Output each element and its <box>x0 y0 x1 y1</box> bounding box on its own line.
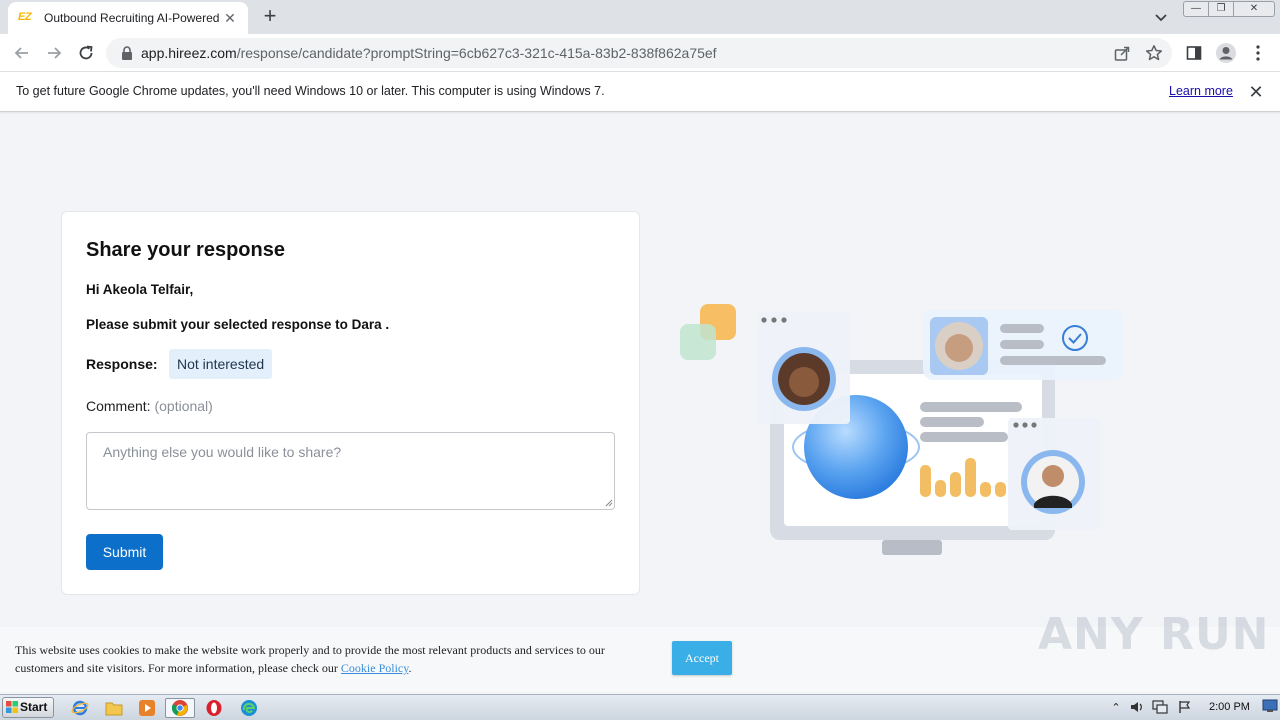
candidate-card-left <box>758 312 850 424</box>
comment-textarea[interactable] <box>86 432 615 510</box>
tab-search-icon[interactable] <box>1150 6 1172 28</box>
show-desktop-icon[interactable] <box>1262 698 1278 716</box>
taskbar-clock[interactable]: 2:00 PM <box>1209 701 1250 713</box>
address-bar[interactable]: app.hireez.com/response/candidate?prompt… <box>106 38 1172 68</box>
cookie-suffix: . <box>408 661 412 675</box>
reload-icon[interactable] <box>74 41 98 65</box>
network-icon[interactable] <box>1152 699 1168 715</box>
lock-icon[interactable] <box>120 45 134 61</box>
comment-label: Comment: (optional) <box>86 398 213 414</box>
response-label: Response: <box>86 356 158 372</box>
tab-strip: EZ Outbound Recruiting AI-Powered Platfo… <box>0 0 1280 34</box>
cookie-text: This website uses cookies to make the we… <box>15 641 635 677</box>
browser-toolbar: app.hireez.com/response/candidate?prompt… <box>0 34 1280 72</box>
chrome-update-infobar: To get future Google Chrome updates, you… <box>0 72 1280 112</box>
tab-title: Outbound Recruiting AI-Powered Platform <box>44 11 220 25</box>
greeting-text: Hi Akeola Telfair, <box>86 282 194 297</box>
side-panel-icon[interactable] <box>1182 41 1206 65</box>
response-value-chip: Not interested <box>169 349 273 379</box>
window-close-button[interactable]: ✕ <box>1233 1 1275 17</box>
candidate-card-top <box>923 310 1123 380</box>
chrome-taskbar-icon[interactable] <box>165 698 195 718</box>
volume-icon[interactable] <box>1129 699 1145 715</box>
windows-logo-icon <box>6 701 18 713</box>
cookie-message: This website uses cookies to make the we… <box>15 643 605 675</box>
page-title: Share your response <box>86 239 285 261</box>
url-host: app.hireez.com <box>141 45 237 61</box>
tab-close-icon[interactable]: ✕ <box>222 10 238 26</box>
recruiting-illustration <box>680 304 1123 555</box>
url-path: /response/candidate?promptString=6cb627c… <box>236 45 717 61</box>
cookie-banner: This website uses cookies to make the we… <box>0 609 1280 692</box>
response-card: Share your response Hi Akeola Telfair, P… <box>61 211 640 595</box>
internet-explorer-icon[interactable] <box>69 698 91 718</box>
comment-optional-hint: (optional) <box>154 398 213 414</box>
forward-arrow-icon[interactable] <box>42 41 66 65</box>
windows-taskbar: Start ⌃ 2:00 PM <box>0 694 1280 720</box>
comment-label-text: Comment: <box>86 398 151 414</box>
media-player-icon[interactable] <box>136 698 158 718</box>
learn-more-link[interactable]: Learn more <box>1169 84 1233 98</box>
bookmark-star-icon[interactable] <box>1144 43 1164 63</box>
cookie-policy-link[interactable]: Cookie Policy <box>341 661 409 675</box>
infobar-close-icon[interactable]: ✕ <box>1246 82 1266 102</box>
file-explorer-icon[interactable] <box>103 698 125 718</box>
share-icon[interactable] <box>1112 43 1132 63</box>
accept-cookies-button[interactable]: Accept <box>672 641 732 675</box>
hireez-favicon-icon: EZ <box>18 11 32 23</box>
candidate-card-right <box>1008 418 1100 530</box>
start-button[interactable]: Start <box>2 697 54 718</box>
window-maximize-button[interactable]: ❐ <box>1208 1 1234 17</box>
more-menu-icon[interactable] <box>1246 41 1270 65</box>
browser-tab[interactable]: EZ Outbound Recruiting AI-Powered Platfo… <box>8 2 248 34</box>
back-arrow-icon[interactable] <box>10 41 34 65</box>
edge-icon[interactable] <box>238 698 260 718</box>
tray-expand-icon[interactable]: ⌃ <box>1108 699 1124 715</box>
instruction-text: Please submit your selected response to … <box>86 317 390 332</box>
new-tab-button[interactable]: + <box>258 5 282 29</box>
start-label: Start <box>20 700 48 714</box>
anyrun-watermark: ANY RUN <box>1038 609 1270 660</box>
submit-button[interactable]: Submit <box>86 534 163 570</box>
resize-grip-icon[interactable] <box>605 499 613 507</box>
opera-icon[interactable] <box>203 698 225 718</box>
profile-avatar-icon[interactable] <box>1214 41 1238 65</box>
window-minimize-button[interactable]: — <box>1183 1 1209 17</box>
url-text[interactable]: app.hireez.com/response/candidate?prompt… <box>141 45 717 61</box>
decorative-squares <box>680 304 736 360</box>
infobar-message: To get future Google Chrome updates, you… <box>16 84 605 98</box>
action-center-flag-icon[interactable] <box>1177 699 1193 715</box>
